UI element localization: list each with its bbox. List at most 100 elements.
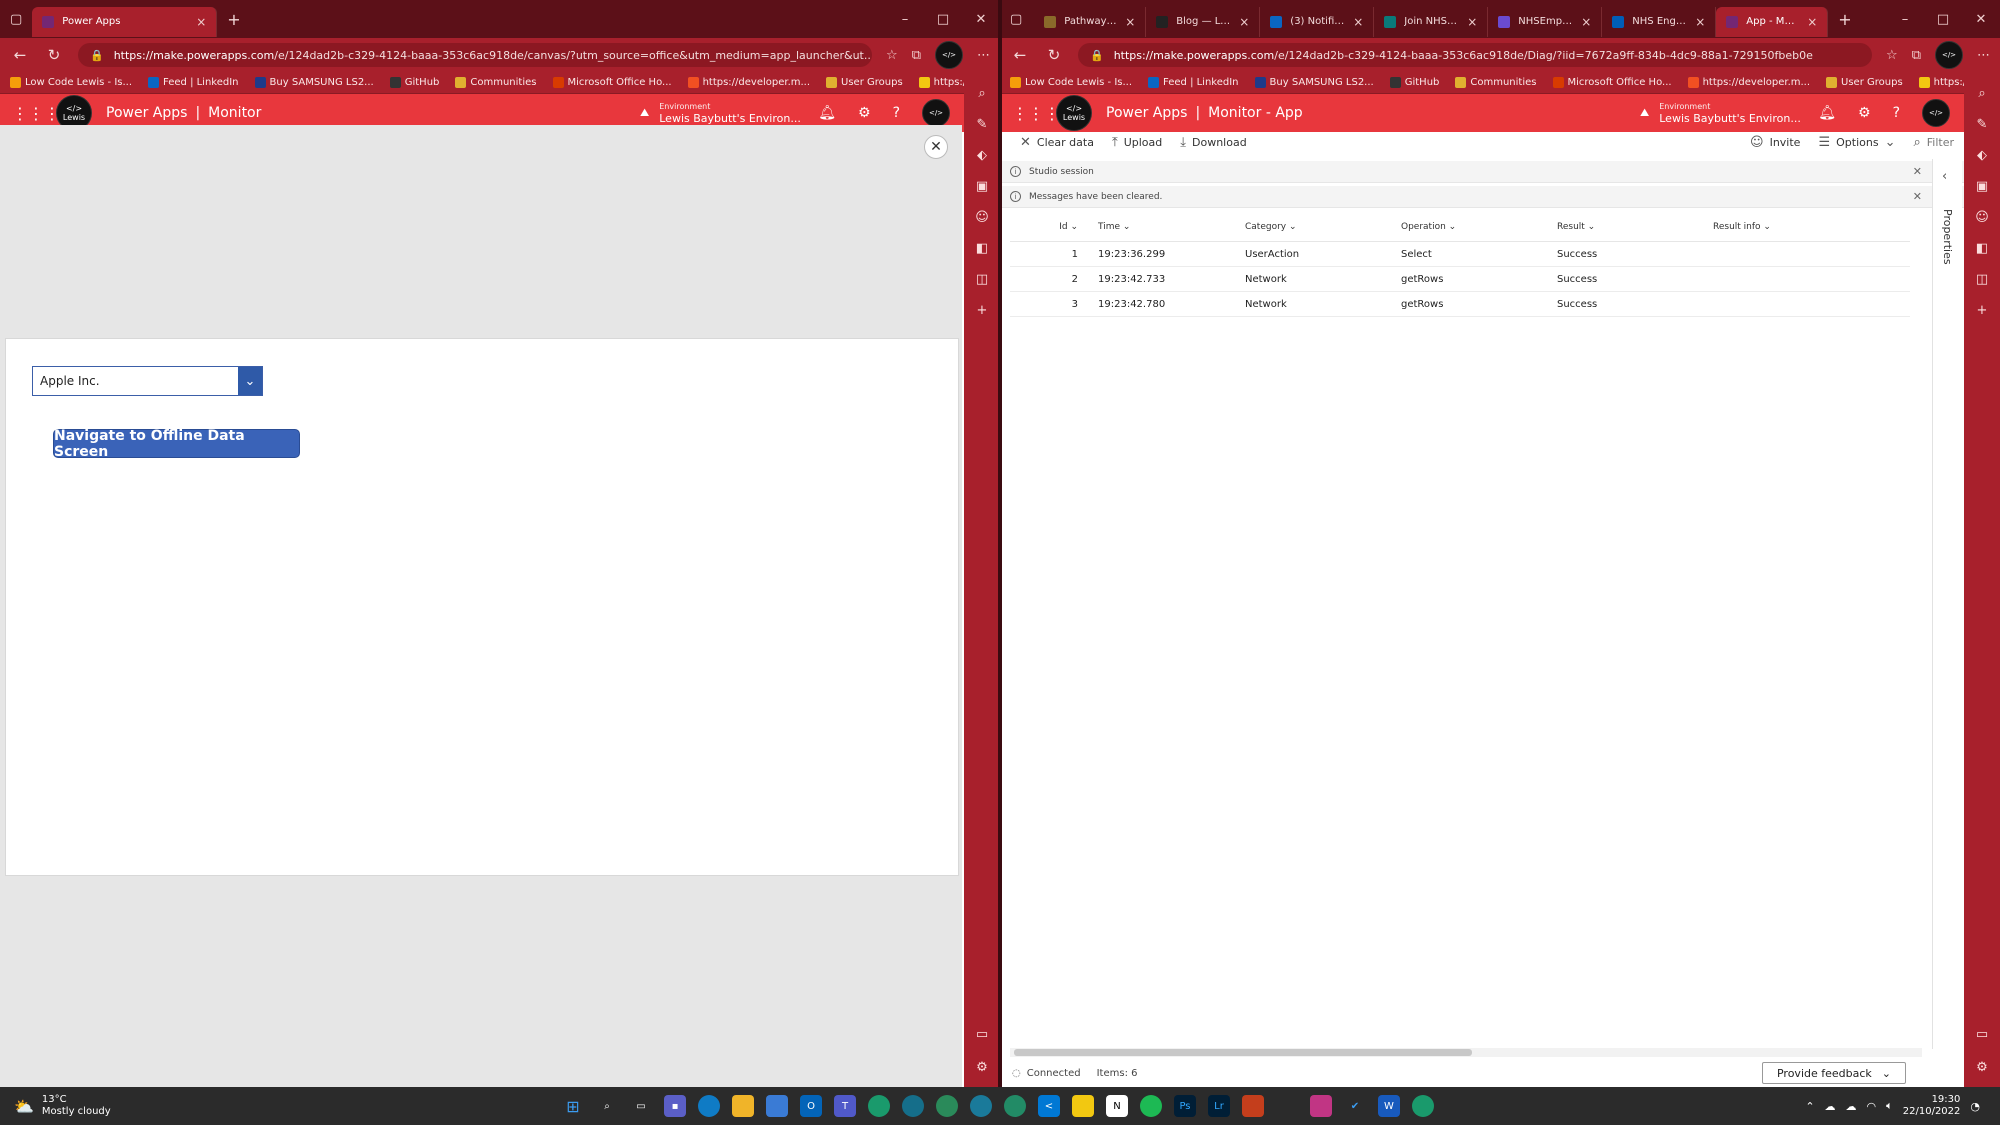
user-avatar[interactable]: </> bbox=[1922, 99, 1950, 127]
edge-icon[interactable] bbox=[698, 1095, 720, 1117]
browser-tab[interactable]: Blog — Low Co × bbox=[1146, 6, 1261, 37]
refresh-icon[interactable]: ↻ bbox=[44, 46, 64, 64]
favorite-item[interactable]: Buy SAMSUNG LS2... bbox=[1254, 77, 1374, 88]
edge-beta-icon[interactable] bbox=[936, 1095, 958, 1117]
favorite-item[interactable]: Communities bbox=[1455, 77, 1537, 88]
favorite-item[interactable]: GitHub bbox=[1389, 77, 1439, 88]
column-header-category[interactable]: Category ⌄ bbox=[1245, 222, 1401, 232]
profile-avatar[interactable]: </> bbox=[935, 41, 963, 69]
close-preview-button[interactable]: ✕ bbox=[924, 135, 948, 159]
favorite-item[interactable]: Low Code Lewis - Is... bbox=[1010, 77, 1132, 88]
notification-icon[interactable]: ◔ bbox=[1970, 1100, 1980, 1113]
user-avatar[interactable]: </> bbox=[922, 99, 950, 127]
url-field[interactable]: 🔒 https://make.powerapps.com/e/124dad2b-… bbox=[1078, 43, 1873, 67]
navigate-offline-button[interactable]: Navigate to Offline Data Screen bbox=[53, 428, 300, 460]
invite-button[interactable]: ☺ Invite bbox=[1750, 135, 1800, 150]
favorite-item[interactable]: User Groups bbox=[826, 77, 903, 88]
favorite-item[interactable]: Buy SAMSUNG LS2... bbox=[254, 77, 374, 88]
favorite-item[interactable]: https://developer.m... bbox=[687, 77, 810, 88]
close-tab-icon[interactable]: × bbox=[1125, 15, 1135, 29]
edge-canary-icon[interactable] bbox=[970, 1095, 992, 1117]
store-icon[interactable] bbox=[766, 1095, 788, 1117]
minimize-icon[interactable]: – bbox=[1886, 12, 1924, 27]
lightroom-icon[interactable]: Lr bbox=[1208, 1095, 1230, 1117]
favorite-item[interactable]: User Groups bbox=[1826, 77, 1903, 88]
table-row[interactable]: 2 19:23:42.733 Network getRows Success bbox=[1010, 267, 1910, 292]
clock[interactable]: 19:30 22/10/2022 bbox=[1903, 1094, 1961, 1118]
browser-tab[interactable]: NHSEmpower × bbox=[1488, 6, 1603, 37]
search-icon[interactable]: ⌕ bbox=[596, 1095, 618, 1117]
scrollbar-thumb[interactable] bbox=[1014, 1049, 1472, 1056]
volume-icon[interactable]: 🔈︎ bbox=[1886, 1099, 1893, 1113]
collections-icon[interactable]: ⧉ bbox=[912, 48, 921, 63]
favorite-item[interactable]: https://developer.m... bbox=[1687, 77, 1810, 88]
favorite-item[interactable]: Feed | LinkedIn bbox=[1148, 77, 1239, 88]
sidebar-layout-icon[interactable]: ▭ bbox=[1976, 1027, 1988, 1042]
outlook-icon[interactable]: O bbox=[800, 1095, 822, 1117]
browser-tab[interactable]: Pathways in te × bbox=[1034, 6, 1147, 37]
favorite-item[interactable]: Microsoft Office Ho... bbox=[552, 77, 672, 88]
properties-panel-collapsed[interactable]: ‹ Properties bbox=[1932, 159, 1962, 1049]
tab-power-apps[interactable]: Power Apps × bbox=[32, 6, 218, 37]
tab-actions-icon[interactable]: ▢ bbox=[1010, 12, 1022, 27]
file-explorer-icon[interactable] bbox=[732, 1095, 754, 1117]
options-button[interactable]: ☰ Options ⌄ bbox=[1818, 135, 1895, 150]
favorite-item[interactable]: Communities bbox=[455, 77, 537, 88]
vscode-icon[interactable]: < bbox=[1038, 1095, 1060, 1117]
add-icon[interactable]: + bbox=[1977, 303, 1988, 318]
minimize-icon[interactable]: – bbox=[886, 12, 924, 27]
onedrive-icon[interactable]: ☁ bbox=[1825, 1100, 1836, 1113]
refresh-icon[interactable]: ↻ bbox=[1044, 46, 1064, 64]
favorite-item[interactable]: Feed | LinkedIn bbox=[148, 77, 239, 88]
help-icon[interactable]: ? bbox=[1893, 105, 1900, 121]
close-tab-icon[interactable]: × bbox=[1807, 15, 1817, 29]
close-tab-icon[interactable]: × bbox=[1467, 15, 1477, 29]
edge-dev-icon[interactable] bbox=[868, 1095, 890, 1117]
teams-icon[interactable]: T bbox=[834, 1095, 856, 1117]
column-header-id[interactable]: Id ⌄ bbox=[1010, 222, 1088, 232]
back-icon[interactable]: ← bbox=[1010, 46, 1030, 64]
close-tab-icon[interactable]: × bbox=[1353, 15, 1363, 29]
close-tab-icon[interactable]: × bbox=[1581, 15, 1591, 29]
table-row[interactable]: 3 19:23:42.780 Network getRows Success bbox=[1010, 292, 1910, 317]
column-header-result[interactable]: Result ⌄ bbox=[1557, 222, 1713, 232]
chevron-up-icon[interactable]: ⌃ bbox=[1805, 1100, 1814, 1113]
back-icon[interactable]: ← bbox=[10, 46, 30, 64]
cloud-icon[interactable]: ☁ bbox=[1846, 1100, 1857, 1113]
sidebar-settings-icon[interactable]: ⚙ bbox=[976, 1060, 988, 1075]
notion-icon[interactable]: N bbox=[1106, 1095, 1128, 1117]
instagram-icon[interactable] bbox=[1310, 1095, 1332, 1117]
company-dropdown[interactable]: Apple Inc. ⌄ bbox=[32, 366, 263, 396]
waffle-icon[interactable]: ⋮⋮⋮ bbox=[12, 104, 60, 123]
task-view-icon[interactable]: ▭ bbox=[630, 1095, 652, 1117]
browser-tab[interactable]: App - Monitor × bbox=[1716, 6, 1829, 37]
browser-tab[interactable]: (3) Notification × bbox=[1260, 6, 1375, 37]
bell-icon[interactable]: 🔔︎ bbox=[818, 105, 836, 121]
edge-dev2-icon[interactable] bbox=[1412, 1095, 1434, 1117]
column-header-result-info[interactable]: Result info ⌄ bbox=[1713, 222, 1853, 232]
people-icon[interactable]: ☺ bbox=[975, 210, 989, 225]
browser-tab[interactable]: NHS England × bbox=[1602, 6, 1717, 37]
sidebar-settings-icon[interactable]: ⚙ bbox=[1976, 1060, 1988, 1075]
todo-icon[interactable]: ✔ bbox=[1344, 1095, 1366, 1117]
close-tab-icon[interactable]: × bbox=[1239, 15, 1249, 29]
start-icon[interactable]: ⊞ bbox=[562, 1095, 584, 1117]
search-icon[interactable]: ⌕ bbox=[978, 86, 985, 101]
photoshop-icon[interactable]: Ps bbox=[1174, 1095, 1196, 1117]
more-menu-icon[interactable]: ⋯ bbox=[977, 48, 990, 63]
filter-button[interactable]: ⌕ Filter bbox=[1913, 135, 1954, 150]
clear-data-button[interactable]: ✕ Clear data bbox=[1020, 135, 1094, 150]
weather-widget[interactable]: ⛅ 13°C Mostly cloudy bbox=[14, 1094, 111, 1118]
tag-icon[interactable]: ⬖ bbox=[1977, 148, 1987, 163]
office-icon[interactable]: ◧ bbox=[1976, 241, 1988, 256]
chat-icon[interactable]: ▪ bbox=[664, 1095, 686, 1117]
edge-alt-icon[interactable] bbox=[1004, 1095, 1026, 1117]
profile-avatar[interactable]: </> bbox=[1935, 41, 1963, 69]
column-header-time[interactable]: Time ⌄ bbox=[1088, 222, 1245, 232]
download-button[interactable]: ⤓ Download bbox=[1180, 135, 1246, 150]
edge-profile-icon[interactable] bbox=[902, 1095, 924, 1117]
horizontal-scrollbar[interactable] bbox=[1010, 1048, 1922, 1057]
environment-picker[interactable]: ⛰ Environment Lewis Baybutt's Environ... bbox=[640, 101, 801, 125]
column-header-operation[interactable]: Operation ⌄ bbox=[1401, 222, 1557, 232]
wifi-icon[interactable]: ◠ bbox=[1867, 1100, 1877, 1113]
